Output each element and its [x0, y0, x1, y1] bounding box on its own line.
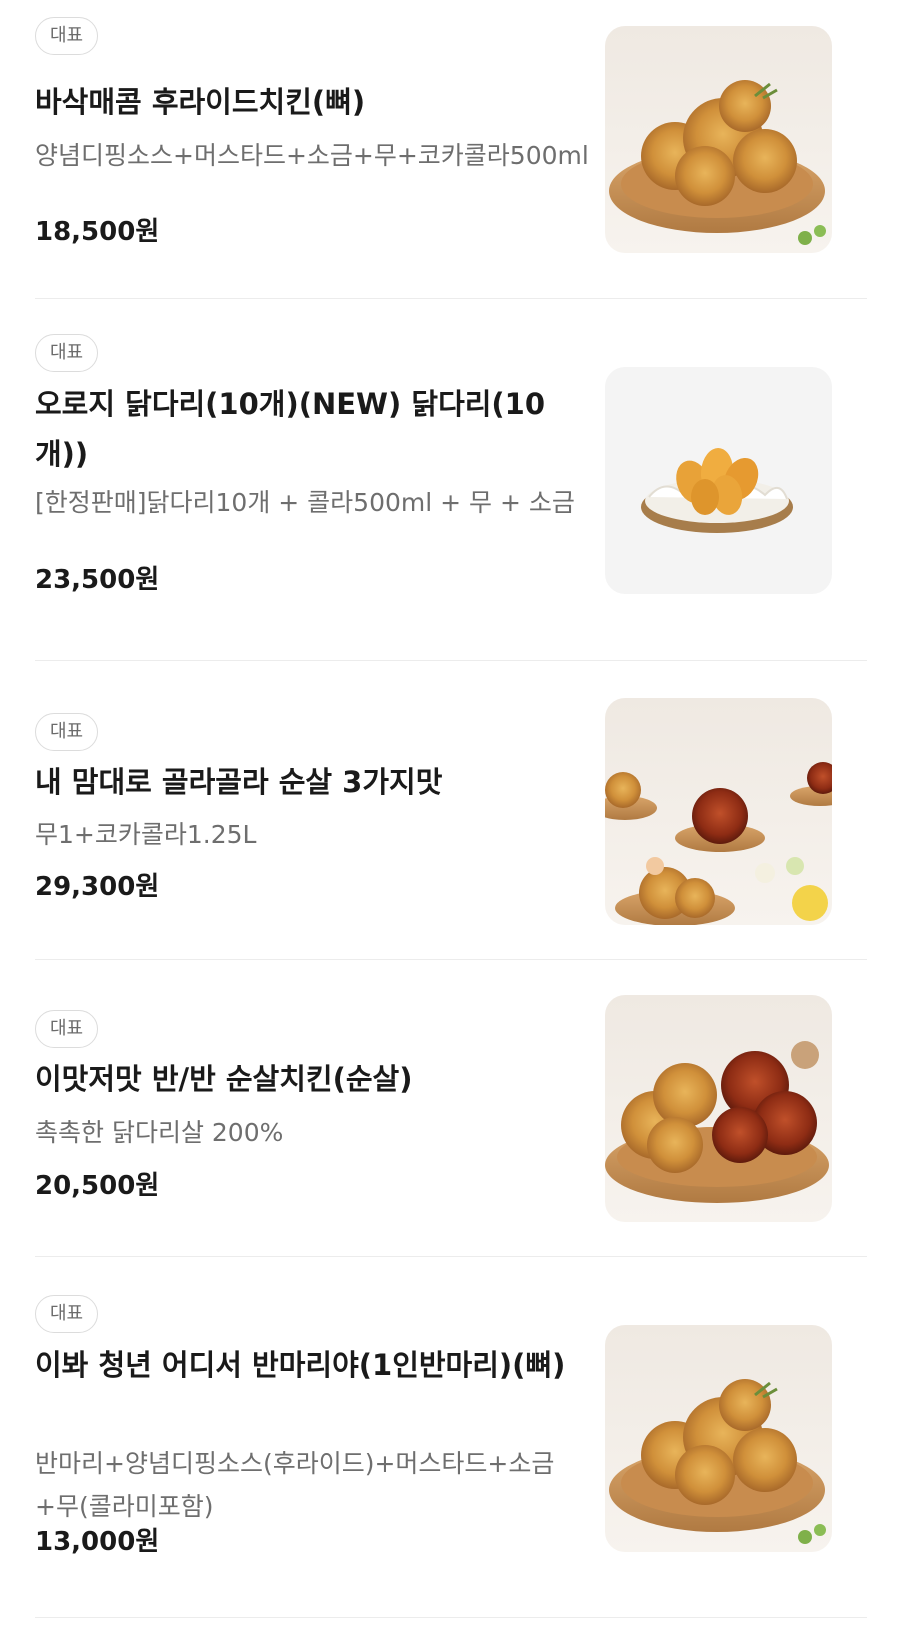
menu-item-name: 바삭매콤 후라이드치킨(뼈) — [35, 85, 366, 119]
divider — [35, 298, 867, 299]
menu-item-price: 23,500원 — [35, 565, 160, 595]
menu-item-description: 촉촉한 닭다리살 200% — [35, 1118, 284, 1147]
badge-signature: 대표 — [35, 17, 99, 55]
menu-item-price: 18,500원 — [35, 217, 160, 247]
menu-item-name: 이봐 청년 어디서 반마리야(1인반마리)(뼈) — [35, 1348, 566, 1382]
divider — [35, 1256, 867, 1257]
badge-signature: 대표 — [35, 1010, 99, 1048]
menu-item-description: 양념디핑소스+머스타드+소금+무+코카콜라500ml — [35, 141, 589, 170]
menu-item-description: [한정판매]닭다리10개 + 콜라500ml + 무 + 소금 — [35, 488, 575, 517]
badge-signature: 대표 — [35, 713, 99, 751]
menu-item-name: 오로지 닭다리(10개)(NEW) 닭다리(10개)) — [35, 387, 546, 471]
menu-item-price: 20,500원 — [35, 1171, 160, 1201]
fried-chicken-plate-icon[interactable] — [605, 1325, 832, 1552]
divider — [35, 1617, 867, 1618]
fried-chicken-plate-icon[interactable] — [605, 26, 832, 253]
badge-signature: 대표 — [35, 1295, 99, 1333]
menu-item-description: 반마리+양념디핑소스(후라이드)+머스타드+소금+무(콜라미포함) — [35, 1449, 555, 1521]
drumstick-basket-icon[interactable] — [605, 367, 832, 594]
divider — [35, 959, 867, 960]
menu-item-description: 무1+코카콜라1.25L — [35, 820, 257, 849]
menu-item-price: 29,300원 — [35, 872, 160, 902]
menu-item-price: 13,000원 — [35, 1527, 160, 1557]
divider — [35, 660, 867, 661]
chicken-spread-icon[interactable] — [605, 698, 832, 925]
half-half-chicken-icon[interactable] — [605, 995, 832, 1222]
badge-signature: 대표 — [35, 334, 99, 372]
menu-item-name: 내 맘대로 골라골라 순살 3가지맛 — [35, 765, 443, 799]
menu-item-name: 이맛저맛 반/반 순살치킨(순살) — [35, 1062, 413, 1096]
